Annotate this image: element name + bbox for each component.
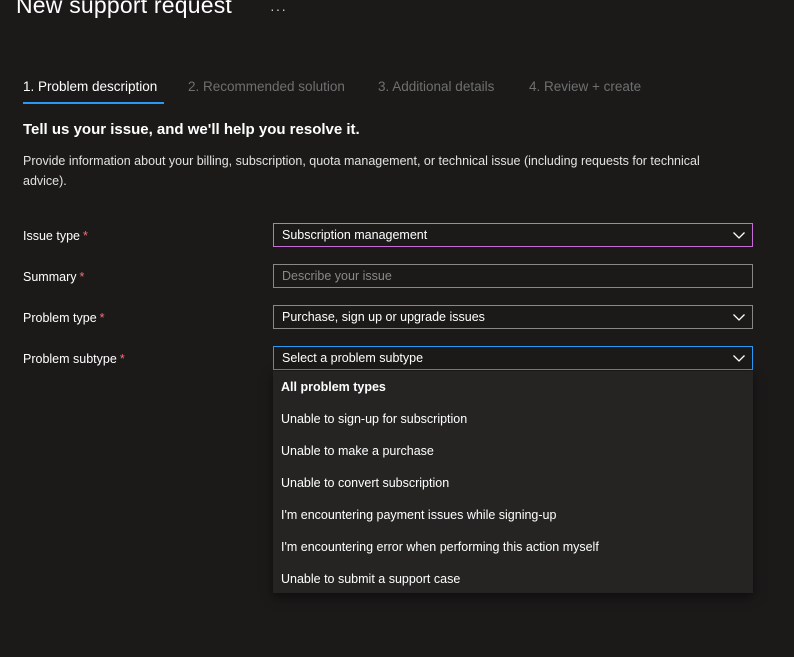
dropdown-option[interactable]: Unable to submit a support case [281, 572, 460, 586]
active-tab-indicator [23, 102, 164, 104]
chevron-down-icon [733, 232, 745, 239]
chevron-down-icon [733, 355, 745, 362]
required-marker: * [79, 270, 85, 284]
required-marker: * [119, 352, 125, 366]
form-description: Provide information about your billing, … [23, 154, 700, 188]
tab-additional-details[interactable]: 3. Additional details [378, 79, 494, 94]
dropdown-option[interactable]: Unable to convert subscription [281, 476, 449, 490]
issue-type-label-text: Issue type [23, 229, 80, 243]
tab-recommended-solution[interactable]: 2. Recommended solution [188, 79, 345, 94]
problem-type-dropdown[interactable]: Purchase, sign up or upgrade issues [273, 305, 753, 329]
dropdown-group-header: All problem types [281, 380, 386, 394]
problem-type-value: Purchase, sign up or upgrade issues [282, 310, 485, 324]
problem-type-label: Problem type * [23, 311, 105, 325]
more-ellipsis-icon[interactable]: ··· [270, 1, 287, 17]
problem-subtype-placeholder: Select a problem subtype [282, 351, 424, 365]
summary-placeholder: Describe your issue [282, 269, 392, 283]
page-title: New support request [16, 0, 233, 18]
form-heading: Tell us your issue, and we'll help you r… [23, 121, 360, 138]
problem-type-label-text: Problem type [23, 311, 97, 325]
dropdown-option[interactable]: Unable to sign-up for subscription [281, 412, 467, 426]
chevron-down-icon [733, 314, 745, 321]
required-marker: * [82, 229, 88, 243]
issue-type-value: Subscription management [282, 228, 428, 242]
summary-input[interactable]: Describe your issue [273, 264, 753, 288]
problem-subtype-dropdown[interactable]: Select a problem subtype [273, 346, 753, 370]
problem-subtype-options-list: All problem types Unable to sign-up for … [273, 371, 753, 593]
summary-label-text: Summary [23, 270, 77, 284]
required-marker: * [99, 311, 105, 325]
issue-type-dropdown[interactable]: Subscription management [273, 223, 753, 247]
dropdown-option[interactable]: I'm encountering payment issues while si… [281, 508, 556, 522]
tab-review-create[interactable]: 4. Review + create [529, 79, 641, 94]
problem-subtype-label: Problem subtype * [23, 352, 125, 366]
tab-problem-description[interactable]: 1. Problem description [23, 79, 157, 94]
dropdown-option[interactable]: Unable to make a purchase [281, 444, 434, 458]
issue-type-label: Issue type * [23, 229, 88, 243]
problem-subtype-label-text: Problem subtype [23, 352, 117, 366]
summary-label: Summary * [23, 270, 84, 284]
dropdown-option[interactable]: I'm encountering error when performing t… [281, 540, 599, 554]
